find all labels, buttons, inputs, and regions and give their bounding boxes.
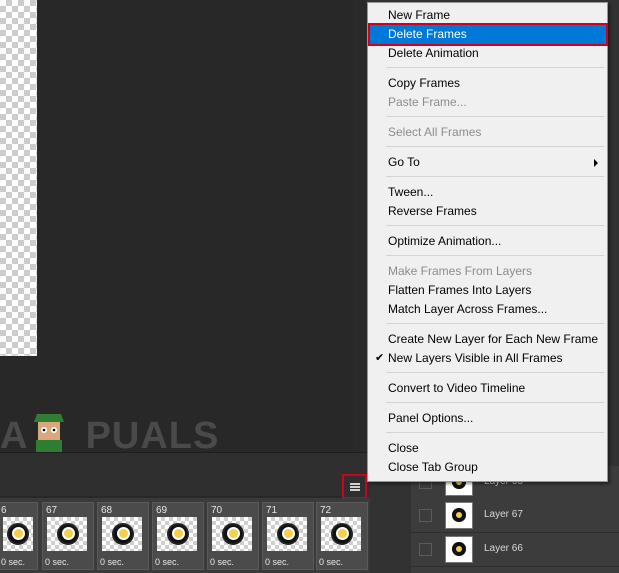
timeline-header: [0, 452, 370, 496]
layer-row[interactable]: Layer 67: [411, 499, 619, 533]
menu-separator: [386, 225, 604, 226]
hamburger-menu-icon: [349, 482, 360, 491]
document-canvas[interactable]: [0, 0, 37, 356]
frame-number: 69: [156, 505, 168, 516]
menu-item-optimize-animation[interactable]: Optimize Animation...: [370, 232, 606, 251]
frame-number: 70: [211, 505, 223, 516]
menu-item-label: Panel Options...: [388, 411, 474, 425]
frame-thumbnail: [212, 517, 252, 551]
layer-visibility-toggle[interactable]: [419, 543, 432, 556]
menu-item-panel-options[interactable]: Panel Options...: [370, 409, 606, 428]
menu-item-new-frame[interactable]: New Frame: [370, 6, 606, 25]
frame-cell[interactable]: 71 0 sec.: [262, 502, 314, 570]
menu-item-label: New Frame: [388, 8, 451, 22]
frame-cell[interactable]: 6 0 sec.: [0, 502, 38, 570]
menu-item-label: Go To: [388, 155, 420, 169]
menu-item-label: New Layers Visible in All Frames: [388, 351, 563, 365]
menu-item-match-layer-across-frames[interactable]: Match Layer Across Frames...: [370, 300, 606, 319]
menu-item-delete-frames[interactable]: Delete Frames: [368, 23, 608, 46]
submenu-arrow-icon: [594, 159, 598, 167]
frame-number: 68: [101, 505, 113, 516]
watermark-text: PUALS: [85, 415, 220, 457]
frame-number: 72: [320, 505, 332, 516]
canvas-workspace: A PUALS: [0, 0, 353, 460]
frame-thumbnail: [321, 517, 361, 551]
frame-thumbnail: [102, 517, 142, 551]
menu-item-delete-animation[interactable]: Delete Animation: [370, 44, 606, 63]
frame-delay[interactable]: 0 sec.: [155, 557, 179, 567]
menu-item-copy-frames[interactable]: Copy Frames: [370, 74, 606, 93]
frame-delay[interactable]: 0 sec.: [100, 557, 124, 567]
menu-item-flatten-frames-into-layers[interactable]: Flatten Frames Into Layers: [370, 281, 606, 300]
menu-item-make-frames-from-layers: Make Frames From Layers: [370, 262, 606, 281]
frame-delay[interactable]: 0 sec.: [45, 557, 69, 567]
panel-menu-button[interactable]: [342, 474, 367, 499]
frame-cell[interactable]: 68 0 sec.: [97, 502, 149, 570]
frame-cell[interactable]: 70 0 sec.: [207, 502, 259, 570]
menu-item-tween[interactable]: Tween...: [370, 183, 606, 202]
menu-item-paste-frame: Paste Frame...: [370, 93, 606, 112]
frame-number: 6: [1, 505, 7, 516]
frame-delay[interactable]: 0 sec.: [210, 557, 234, 567]
layer-row[interactable]: Layer 66: [411, 533, 619, 567]
frame-thumbnail: [157, 517, 197, 551]
menu-item-label: Close: [388, 441, 419, 455]
frame-cell[interactable]: 69 0 sec.: [152, 502, 204, 570]
layer-name: Layer 67: [484, 509, 523, 520]
menu-item-label: Make Frames From Layers: [388, 264, 533, 278]
layer-thumbnail: [445, 502, 473, 529]
menu-item-label: Select All Frames: [388, 125, 482, 139]
menu-item-label: Optimize Animation...: [388, 234, 502, 248]
menu-separator: [386, 372, 604, 373]
menu-separator: [386, 146, 604, 147]
layer-thumbnail: [445, 536, 473, 563]
layer-visibility-toggle[interactable]: [419, 509, 432, 522]
menu-separator: [386, 176, 604, 177]
menu-item-label: Tween...: [388, 185, 434, 199]
menu-item-label: Reverse Frames: [388, 204, 477, 218]
frame-delay[interactable]: 0 sec.: [1, 557, 25, 567]
checkmark-icon: ✔: [375, 352, 385, 364]
frame-delay[interactable]: 0 sec.: [265, 557, 289, 567]
menu-separator: [386, 116, 604, 117]
frame-number: 67: [46, 505, 58, 516]
menu-item-select-all-frames: Select All Frames: [370, 123, 606, 142]
menu-item-label: Create New Layer for Each New Frame: [388, 332, 599, 346]
menu-item-label: Close Tab Group: [388, 460, 478, 474]
menu-separator: [386, 323, 604, 324]
menu-separator: [386, 432, 604, 433]
frame-thumbnail: [267, 517, 307, 551]
frame-thumbnail: [47, 517, 87, 551]
menu-item-new-layers-visible-all-frames[interactable]: ✔ New Layers Visible in All Frames: [370, 349, 606, 368]
menu-item-label: Paste Frame...: [388, 95, 467, 109]
menu-item-label: Match Layer Across Frames...: [388, 302, 548, 316]
frame-thumbnail: [3, 517, 33, 551]
menu-item-label: Delete Animation: [388, 46, 479, 60]
layer-name: Layer 66: [484, 543, 523, 554]
menu-item-go-to[interactable]: Go To: [370, 153, 606, 172]
timeline-panel-context-menu: New Frame Delete Frames Delete Animation…: [367, 2, 608, 482]
menu-item-label: Convert to Video Timeline: [388, 381, 526, 395]
frame-cell[interactable]: 67 0 sec.: [42, 502, 94, 570]
menu-separator: [386, 402, 604, 403]
menu-item-create-new-layer-each-frame[interactable]: Create New Layer for Each New Frame: [370, 330, 606, 349]
menu-separator: [386, 255, 604, 256]
menu-separator: [386, 67, 604, 68]
menu-item-reverse-frames[interactable]: Reverse Frames: [370, 202, 606, 221]
menu-item-label: Flatten Frames Into Layers: [388, 283, 532, 297]
frame-cell[interactable]: 72 0 sec.: [316, 502, 368, 570]
frame-number: 71: [266, 505, 278, 516]
menu-item-close-tab-group[interactable]: Close Tab Group: [370, 458, 606, 477]
menu-item-label: Delete Frames: [388, 27, 467, 41]
menu-item-label: Copy Frames: [388, 76, 461, 90]
frame-delay[interactable]: 0 sec.: [319, 557, 343, 567]
menu-item-close[interactable]: Close: [370, 439, 606, 458]
menu-item-convert-to-video-timeline[interactable]: Convert to Video Timeline: [370, 379, 606, 398]
